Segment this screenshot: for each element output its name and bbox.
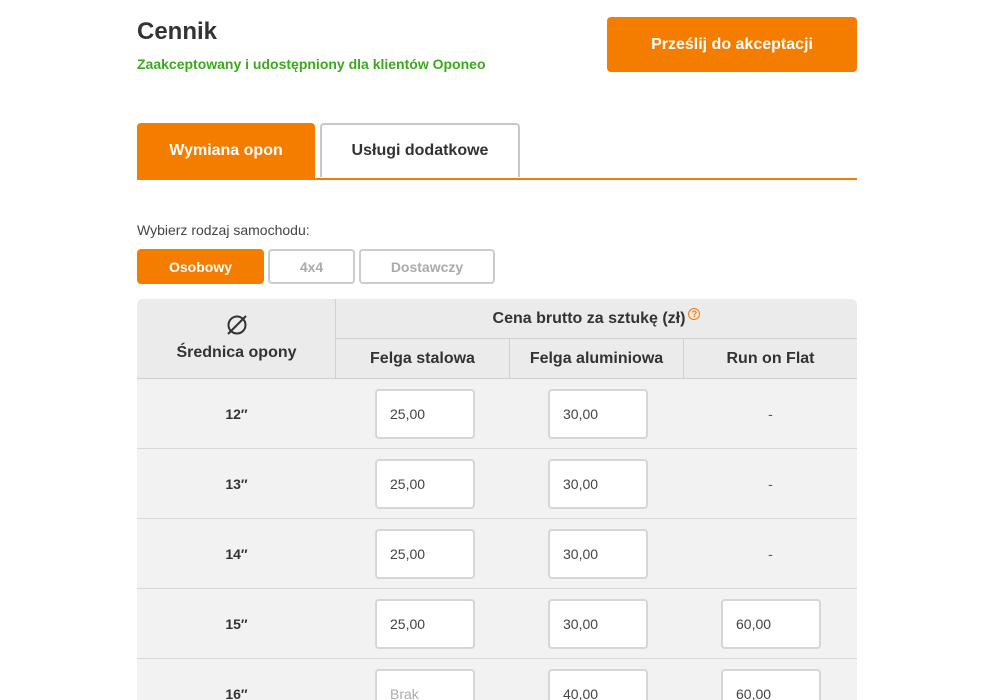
table-row: 16″: [137, 659, 857, 700]
price-input-alu[interactable]: [548, 669, 648, 700]
price-unavailable: -: [768, 476, 773, 492]
tire-size: 12″: [225, 406, 248, 422]
price-input-alu[interactable]: [548, 459, 648, 509]
price-input-run-on-flat[interactable]: [721, 599, 821, 649]
table-row: 14″ -: [137, 519, 857, 589]
table-row: 12″ -: [137, 379, 857, 449]
price-input-steel[interactable]: [375, 599, 475, 649]
table-row: 15″: [137, 589, 857, 659]
tire-size: 15″: [225, 616, 248, 632]
price-table: Średnica opony Cena brutto za sztukę (zł…: [137, 299, 857, 700]
page-title: Cennik: [137, 18, 218, 45]
price-input-steel[interactable]: [375, 529, 475, 579]
help-icon[interactable]: ?: [688, 308, 701, 320]
price-unavailable: -: [768, 406, 773, 422]
car-type-label: Wybierz rodzaj samochodu:: [137, 222, 310, 238]
status-text: Zaakceptowany i udostępniony dla klientó…: [137, 56, 486, 72]
column-header-alu: Felga aluminiowa: [510, 339, 684, 379]
price-group-header: Cena brutto za sztukę (zł)?: [336, 299, 857, 339]
price-input-steel[interactable]: [375, 459, 475, 509]
car-type-4x4-button[interactable]: 4x4: [268, 249, 355, 284]
tab-bar: Wymiana opon Usługi dodatkowe: [137, 123, 857, 180]
tab-additional-services[interactable]: Usługi dodatkowe: [320, 123, 520, 177]
diameter-header-cell: Średnica opony: [137, 299, 336, 379]
car-type-passenger-button[interactable]: Osobowy: [137, 249, 264, 284]
diameter-icon: [227, 315, 247, 335]
tab-tire-change[interactable]: Wymiana opon: [137, 123, 315, 179]
price-input-steel[interactable]: [375, 669, 475, 700]
tire-size: 14″: [225, 546, 248, 562]
diameter-header-label: Średnica opony: [176, 344, 297, 361]
price-unavailable: -: [768, 546, 773, 562]
price-input-alu[interactable]: [548, 529, 648, 579]
table-row: 13″ -: [137, 449, 857, 519]
submit-for-approval-button[interactable]: Prześlij do akceptacji: [607, 17, 857, 72]
price-input-steel[interactable]: [375, 389, 475, 439]
price-input-alu[interactable]: [548, 599, 648, 649]
price-input-run-on-flat[interactable]: [721, 669, 821, 700]
tire-size: 16″: [225, 686, 248, 700]
price-group-header-label: Cena brutto za sztukę (zł): [492, 310, 686, 327]
column-header-run-on-flat: Run on Flat: [726, 350, 815, 367]
table-header: Średnica opony Cena brutto za sztukę (zł…: [137, 299, 857, 379]
price-input-alu[interactable]: [548, 389, 648, 439]
tire-size: 13″: [225, 476, 248, 492]
car-type-delivery-button[interactable]: Dostawczy: [359, 249, 495, 284]
column-header-steel: Felga stalowa: [336, 339, 510, 379]
